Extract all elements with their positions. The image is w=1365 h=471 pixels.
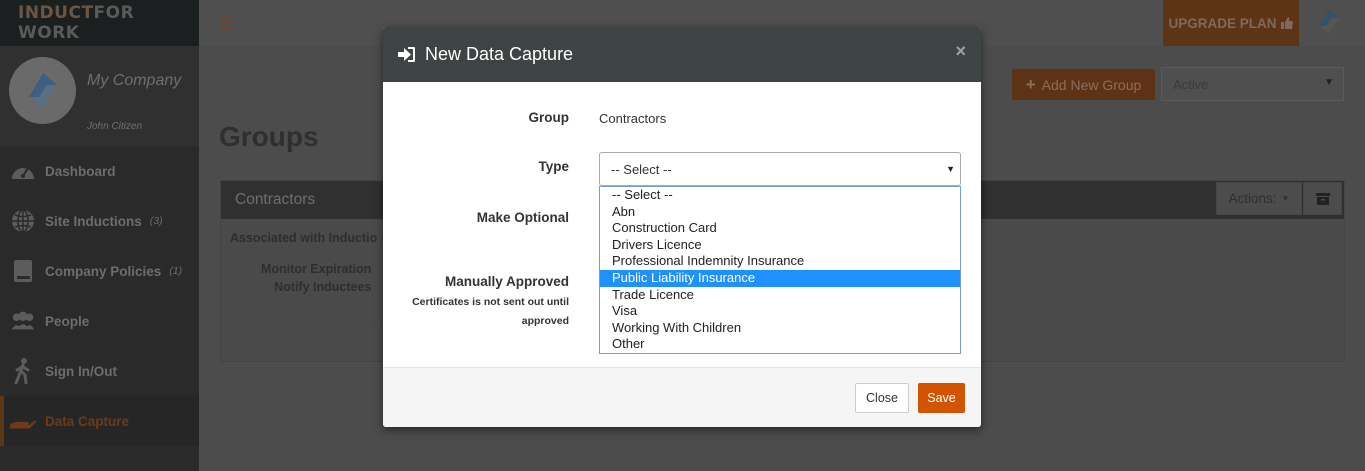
avatar[interactable] (9, 57, 76, 124)
dropdown-option[interactable]: Working With Children (600, 320, 960, 337)
logo-part1: INDUCT (18, 3, 94, 23)
sidebar-item-data-capture[interactable]: Data Capture (0, 396, 199, 446)
add-new-group-button[interactable]: + Add New Group (1012, 69, 1155, 100)
monitor-line1: Monitor Expiration (261, 262, 372, 276)
thumbs-up-icon (1280, 17, 1293, 29)
upgrade-plan-button[interactable]: UPGRADE PLAN (1163, 0, 1299, 46)
page-title: Groups (219, 121, 319, 152)
user-avatar-icon[interactable] (1314, 8, 1344, 36)
sidebar-item-label: Data Capture (45, 413, 130, 429)
sidebar: INDUCTFOR WORK My Company John Citizen D… (0, 0, 199, 471)
count-badge: (1) (169, 265, 183, 277)
type-select-value: -- Select -- (611, 161, 672, 177)
associated-label: Associated with Inductio (230, 231, 378, 245)
close-button[interactable]: Close (855, 383, 909, 413)
sidebar-item-dashboard[interactable]: Dashboard (0, 146, 199, 196)
actions-dropdown-button[interactable]: Actions: ▼ (1216, 182, 1302, 215)
logo[interactable]: INDUCTFOR WORK (0, 0, 199, 46)
dropdown-option-highlighted[interactable]: Public Liability Insurance (600, 269, 960, 287)
new-data-capture-modal: New Data Capture × Group Contractors Typ… (383, 27, 981, 427)
modal-header: New Data Capture × (383, 27, 981, 82)
status-filter-value: Active (1173, 76, 1209, 92)
sidebar-item-label: People (45, 313, 90, 329)
dropdown-option[interactable]: Trade Licence (600, 287, 960, 304)
upgrade-plan-label: UPGRADE PLAN (1168, 15, 1277, 31)
sidebar-item-label: Dashboard (45, 163, 116, 179)
company-name: My Company (87, 72, 182, 89)
modal-footer: Close Save (383, 367, 981, 427)
globe-icon (9, 209, 37, 233)
dropdown-option[interactable]: Drivers Licence (600, 237, 960, 254)
save-button[interactable]: Save (918, 383, 965, 413)
company-logo-icon (28, 72, 57, 109)
status-filter-select[interactable]: Active ▼ (1161, 67, 1344, 101)
sidebar-item-sign-in-out[interactable]: Sign In/Out (0, 346, 199, 396)
modal-body: Group Contractors Type -- Select -- ▼ Ma… (383, 82, 981, 367)
sidebar-item-site-inductions[interactable]: Site Inductions (3) (0, 196, 199, 246)
close-icon[interactable]: × (955, 41, 966, 62)
group-label: Group (528, 110, 570, 125)
make-optional-label: Make Optional (476, 210, 569, 225)
modal-title: New Data Capture (425, 44, 574, 64)
dashboard-icon (9, 160, 37, 182)
type-select[interactable]: -- Select -- ▼ (599, 152, 961, 186)
caret-down-icon: ▼ (1281, 194, 1290, 203)
profile-card: My Company John Citizen (0, 46, 199, 146)
sidebar-item-label: Site Inductions (45, 213, 142, 229)
group-value: Contractors (599, 111, 667, 126)
people-icon (9, 310, 37, 332)
sidebar-item-label: Sign In/Out (45, 363, 117, 379)
manually-approved-hint: Certificates is not sent out until appro… (412, 296, 569, 327)
sidebar-nav: Dashboard Site Inductions (3) Company Po… (0, 146, 199, 446)
manually-approved-label: Manually Approved (444, 274, 569, 289)
monitor-line2: Notify Inductees (274, 280, 372, 294)
panel-title: Contractors (235, 191, 316, 208)
chevron-down-icon: ▼ (1324, 77, 1334, 88)
hamburger-menu-icon[interactable]: ☰ (218, 13, 234, 34)
plus-icon: + (1025, 74, 1036, 94)
hand-icon (9, 410, 37, 432)
monitor-label: Monitor Expiration Notify Inductees (261, 260, 371, 296)
sign-in-icon (397, 46, 416, 63)
dropdown-option[interactable]: Construction Card (600, 220, 960, 237)
type-dropdown-list: -- Select -- Abn Construction Card Drive… (599, 186, 961, 354)
archive-icon (1315, 192, 1330, 205)
dropdown-option[interactable]: Professional Indemnity Insurance (600, 253, 960, 270)
dropdown-option[interactable]: Abn (600, 204, 960, 221)
sidebar-item-company-policies[interactable]: Company Policies (1) (0, 246, 199, 296)
actions-label: Actions: (1228, 191, 1277, 206)
type-label: Type (538, 159, 569, 174)
dropdown-option[interactable]: Visa (600, 303, 960, 320)
walking-person-icon (9, 358, 37, 384)
dropdown-option[interactable]: -- Select -- (600, 187, 960, 204)
add-new-group-label: Add New Group (1041, 76, 1142, 93)
sidebar-item-label: Company Policies (45, 263, 162, 279)
dropdown-option[interactable]: Other (600, 336, 960, 353)
count-badge: (3) (149, 215, 163, 227)
book-icon (9, 260, 37, 282)
archive-button[interactable] (1303, 182, 1342, 215)
chevron-down-icon: ▼ (946, 164, 955, 174)
sidebar-item-people[interactable]: People (0, 296, 199, 346)
user-name: John Citizen (87, 121, 143, 132)
